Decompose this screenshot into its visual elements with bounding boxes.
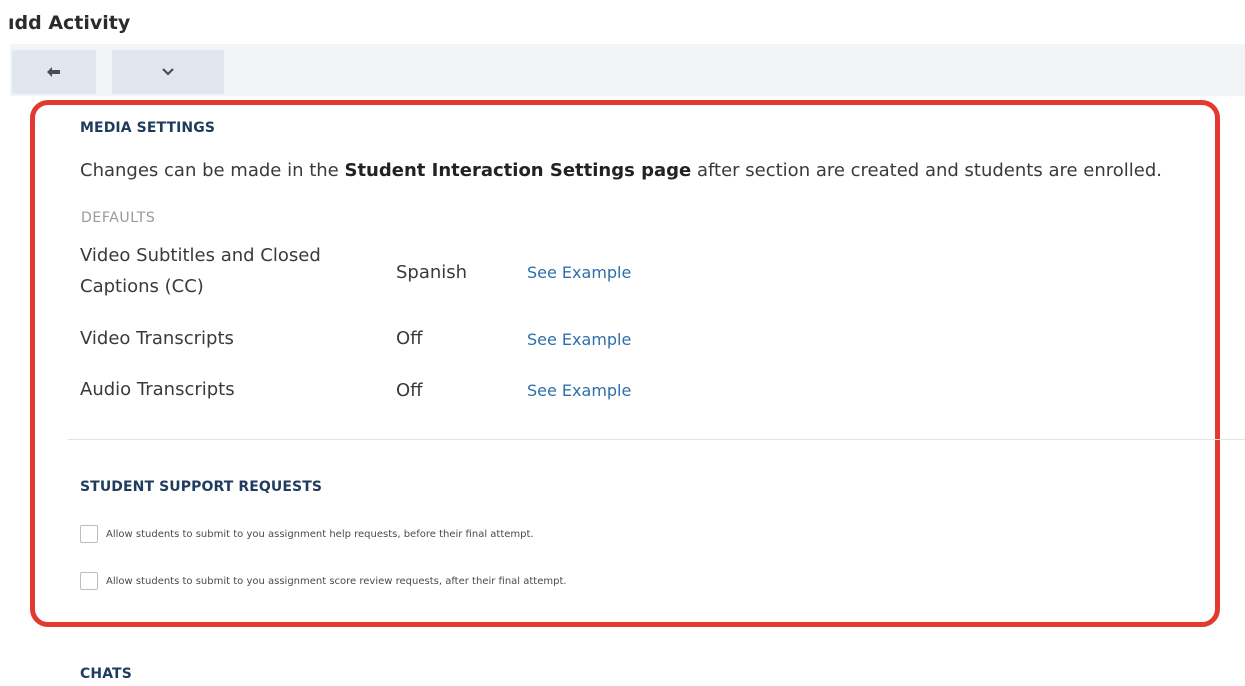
setting-name-video-transcripts: Video Transcripts <box>80 328 234 349</box>
see-example-subtitles-link[interactable]: See Example <box>527 263 631 282</box>
intro-prefix: Changes can be made in the <box>80 160 345 181</box>
see-example-audio-transcripts-link[interactable]: See Example <box>527 381 631 400</box>
page-title: ıdd Activity <box>8 12 131 34</box>
setting-value-subtitles: Spanish <box>396 262 468 283</box>
support-requests-heading: STUDENT SUPPORT REQUESTS <box>80 479 323 495</box>
help-requests-label: Allow students to submit to you assignme… <box>106 528 534 540</box>
help-requests-option: Allow students to submit to you assignme… <box>80 525 534 543</box>
expand-button[interactable] <box>112 50 224 94</box>
interaction-settings-page-name: Student Interaction Settings page <box>344 160 692 181</box>
toolbar <box>10 44 1245 96</box>
setting-name-subtitles: Video Subtitles and Closed Captions (CC) <box>80 245 321 297</box>
setting-value-audio-transcripts: Off <box>396 380 423 401</box>
help-requests-checkbox[interactable] <box>80 525 98 543</box>
media-settings-intro: Changes can be made in the Student Inter… <box>80 160 1162 181</box>
defaults-label: DEFAULTS <box>81 210 156 226</box>
score-review-option: Allow students to submit to you assignme… <box>80 572 567 590</box>
chevron-down-icon <box>162 68 174 76</box>
score-review-checkbox[interactable] <box>80 572 98 590</box>
chats-heading: CHATS <box>80 666 132 682</box>
arrow-left-icon <box>47 67 61 77</box>
intro-suffix: after section are created and students a… <box>691 160 1162 181</box>
setting-name-audio-transcripts: Audio Transcripts <box>80 379 235 400</box>
see-example-video-transcripts-link[interactable]: See Example <box>527 330 631 349</box>
score-review-label: Allow students to submit to you assignme… <box>106 575 567 587</box>
back-button[interactable] <box>12 50 96 94</box>
section-divider <box>68 439 1245 440</box>
media-settings-heading: MEDIA SETTINGS <box>80 120 216 136</box>
setting-value-video-transcripts: Off <box>396 328 423 349</box>
